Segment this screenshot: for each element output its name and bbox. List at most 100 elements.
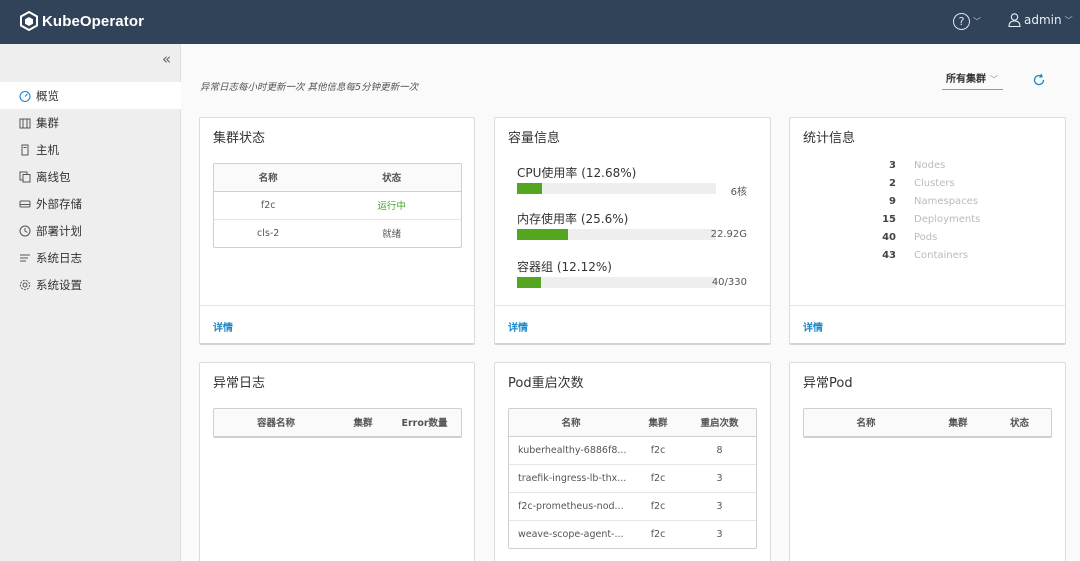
pod-restarts-table: 名称 集群 重启次数 kuberhealthy-6886f8... f2c 8 … — [508, 408, 757, 549]
stat-count: 15 — [882, 213, 896, 225]
host-icon — [19, 144, 31, 156]
cluster-select[interactable]: 所有集群 ﹀ — [942, 72, 1003, 90]
pod-restarts-card: Pod重启次数 名称 集群 重启次数 kuberhealthy-6886f8..… — [494, 362, 771, 561]
sidebar-item-label: 概览 — [36, 88, 59, 103]
sidebar-item-storage[interactable]: 外部存储 — [0, 190, 181, 217]
table-row[interactable]: f2c-prometheus-nod... f2c 3 — [509, 492, 756, 521]
help-icon: ? — [953, 13, 970, 30]
table-header[interactable]: 状态 — [322, 164, 461, 192]
storage-icon — [19, 198, 31, 210]
update-notice: 异常日志每小时更新一次 其他信息每5分钟更新一次 — [200, 82, 419, 93]
capacity-value: 22.92G — [710, 229, 747, 240]
chevron-down-icon: ﹀ — [990, 75, 998, 84]
table-header[interactable]: 名称 — [804, 409, 928, 437]
capacity-value: 40/330 — [711, 277, 747, 288]
sidebar-item-label: 外部存储 — [36, 196, 82, 211]
progress-fill — [517, 229, 568, 240]
detail-link[interactable]: 详情 — [803, 319, 823, 334]
stat-name: Deployments — [914, 213, 981, 225]
table-header[interactable]: 状态 — [988, 409, 1051, 437]
package-icon — [19, 171, 31, 183]
detail-link[interactable]: 详情 — [508, 319, 528, 334]
pod-name: kuberhealthy-6886f8... — [509, 436, 633, 465]
pod-cluster: f2c — [650, 528, 666, 540]
sidebar-item-host[interactable]: 主机 — [0, 136, 181, 163]
restart-count: 3 — [716, 528, 723, 540]
table-header[interactable]: 容器名称 — [214, 409, 338, 437]
sidebar-item-cluster[interactable]: 集群 — [0, 109, 181, 136]
table-header[interactable]: 集群 — [338, 409, 388, 437]
list-item: 9 Namespaces — [790, 192, 1065, 210]
stat-count: 2 — [889, 177, 896, 189]
table-header[interactable]: 重启次数 — [683, 409, 756, 437]
sidebar-item-settings[interactable]: 系统设置 — [0, 271, 181, 298]
progress-fill — [517, 277, 542, 288]
abnormal-pods-table: 名称 集群 状态 — [803, 408, 1052, 438]
table-row[interactable]: f2c 运行中 — [214, 191, 461, 220]
refresh-icon[interactable] — [1032, 73, 1046, 91]
list-item: 15 Deployments — [790, 210, 1065, 228]
statistics-list: 3 Nodes 2 Clusters 9 Namespaces 15 Deploymen… — [790, 156, 1065, 264]
card-footer: 详情 — [790, 305, 1065, 343]
user-icon — [1008, 13, 1021, 27]
table-header[interactable]: 名称 — [509, 409, 633, 437]
table-row[interactable]: kuberhealthy-6886f8... f2c 8 — [509, 436, 756, 465]
app-name: KubeOperator — [42, 12, 145, 30]
cluster-icon — [19, 117, 31, 129]
table-header[interactable]: 名称 — [214, 164, 323, 192]
sidebar-item-label: 离线包 — [36, 169, 71, 184]
user-name: admin — [1024, 13, 1062, 27]
capacity-label: 容器组 (12.12%) — [517, 260, 612, 274]
cluster-status-table: 名称 状态 f2c 运行中 cls-2 就绪 — [213, 163, 462, 248]
table-row[interactable]: traefik-ingress-lb-thx... f2c 3 — [509, 464, 756, 493]
pod-cluster: f2c — [633, 492, 683, 521]
table-header[interactable]: Error数量 — [388, 409, 461, 437]
app-logo[interactable]: KubeOperator — [20, 10, 145, 32]
card-title: 集群状态 — [213, 131, 266, 146]
collapse-sidebar-icon[interactable]: « — [162, 50, 171, 68]
sidebar-item-log[interactable]: 系统日志 — [0, 244, 181, 271]
sidebar-nav: 概览 集群 主机 离线包 外部存储 部署计划 系统日志 系统设置 — [0, 82, 181, 298]
capacity-item: 容器组 (12.12%) 40/330 — [517, 258, 747, 288]
table-row[interactable]: cls-2 就绪 — [214, 219, 461, 247]
sidebar-item-plan[interactable]: 部署计划 — [0, 217, 181, 244]
capacity-item: 内存使用率 (25.6%) 22.92G — [517, 210, 747, 240]
chevron-down-icon: ﹀ — [1064, 15, 1073, 25]
help-menu[interactable]: ? ﹀ — [953, 13, 981, 30]
pod-name: traefik-ingress-lb-thx... — [509, 464, 633, 493]
card-footer: 详情 — [200, 305, 474, 343]
stat-name: Clusters — [914, 177, 955, 189]
card-title: 异常Pod — [803, 376, 853, 391]
abnormal-pods-card: 异常Pod 名称 集群 状态 — [789, 362, 1066, 561]
table-row[interactable]: weave-scope-agent-... f2c 3 — [509, 520, 756, 548]
user-menu[interactable]: admin ﹀ — [1008, 13, 1073, 27]
stat-count: 40 — [882, 231, 896, 243]
sidebar-item-label: 部署计划 — [36, 223, 82, 238]
sidebar-item-package[interactable]: 离线包 — [0, 163, 181, 190]
table-header[interactable]: 集群 — [928, 409, 988, 437]
progress-track — [517, 229, 716, 240]
stat-name: Namespaces — [914, 195, 979, 207]
restart-count: 8 — [683, 436, 756, 465]
stat-count: 9 — [889, 195, 896, 207]
list-item: 43 Containers — [790, 246, 1065, 264]
cluster-select-value: 所有集群 — [946, 74, 986, 85]
cluster-name: cls-2 — [257, 227, 280, 239]
sidebar-item-overview[interactable]: 概览 — [0, 82, 181, 109]
capacity-value: 6核 — [730, 187, 747, 198]
sidebar: « 概览 集群 主机 离线包 外部存储 部署计划 系统日志 系统设置 — [0, 44, 181, 561]
stat-count: 3 — [889, 159, 896, 171]
sidebar-item-label: 主机 — [36, 142, 59, 157]
stat-name: Pods — [914, 231, 938, 243]
capacity-item: CPU使用率 (12.68%) 6核 — [517, 164, 747, 198]
chevron-down-icon: ﹀ — [973, 17, 981, 26]
table-header[interactable]: 集群 — [633, 409, 683, 437]
cluster-status-card: 集群状态 名称 状态 f2c 运行中 cls-2 就绪 详情 — [199, 117, 475, 345]
sidebar-item-label: 系统日志 — [36, 250, 82, 265]
progress-track — [517, 183, 716, 194]
statistics-card: 统计信息 3 Nodes 2 Clusters 9 Namespaces 15 Depl… — [789, 117, 1066, 345]
pod-name: f2c-prometheus-nod... — [509, 492, 633, 521]
sidebar-item-label: 系统设置 — [36, 277, 82, 292]
capacity-label: 内存使用率 (25.6%) — [517, 212, 629, 226]
detail-link[interactable]: 详情 — [213, 319, 233, 334]
